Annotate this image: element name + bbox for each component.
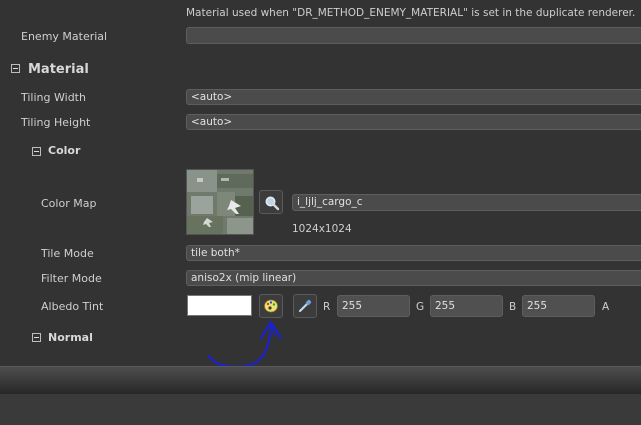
panel-footer-bar	[0, 366, 641, 396]
filter-mode-label: Filter Mode	[41, 272, 102, 285]
color-map-texture-field[interactable]: i_ljlj_cargo_c	[292, 194, 641, 211]
footer-area	[0, 394, 641, 425]
a-channel-label: A	[602, 301, 610, 313]
description-text: Material used when "DR_METHOD_ENEMY_MATE…	[186, 7, 636, 19]
albedo-tint-label: Albedo Tint	[41, 300, 104, 313]
tile-mode-label: Tile Mode	[41, 247, 94, 260]
normal-section-title: Normal	[48, 331, 93, 344]
tiling-height-label: Tiling Height	[21, 116, 91, 129]
color-map-resolution: 1024x1024	[292, 223, 352, 235]
color-collapse-icon[interactable]	[32, 147, 41, 156]
eyedropper-icon	[297, 298, 313, 318]
color-section-title: Color	[48, 144, 81, 157]
enemy-material-field[interactable]	[186, 27, 641, 44]
material-section-title: Material	[28, 62, 89, 77]
material-collapse-icon[interactable]	[11, 64, 20, 73]
color-map-label: Color Map	[41, 197, 97, 210]
palette-icon	[263, 298, 279, 318]
albedo-tint-swatch[interactable]	[187, 295, 252, 316]
normal-collapse-icon[interactable]	[32, 333, 41, 342]
magnifier-icon	[264, 195, 280, 215]
g-channel-input[interactable]: 255	[430, 295, 503, 317]
annotation-arrow	[207, 320, 283, 368]
b-channel-input[interactable]: 255	[522, 295, 595, 317]
tiling-height-field[interactable]: <auto>	[186, 114, 641, 130]
tile-mode-dropdown[interactable]: tile both*	[186, 245, 641, 261]
tiling-width-field[interactable]: <auto>	[186, 89, 641, 105]
color-map-thumbnail[interactable]	[186, 169, 254, 235]
filter-mode-dropdown[interactable]: aniso2x (mip linear)	[186, 270, 641, 286]
b-channel-label: B	[509, 301, 517, 313]
eyedropper-button[interactable]	[293, 294, 317, 318]
r-channel-input[interactable]: 255	[337, 295, 410, 317]
enemy-material-label: Enemy Material	[21, 30, 108, 43]
color-picker-button[interactable]	[259, 294, 283, 318]
r-channel-label: R	[323, 301, 331, 313]
color-map-browse-button[interactable]	[259, 190, 283, 214]
tiling-width-label: Tiling Width	[21, 91, 86, 104]
g-channel-label: G	[416, 301, 425, 313]
